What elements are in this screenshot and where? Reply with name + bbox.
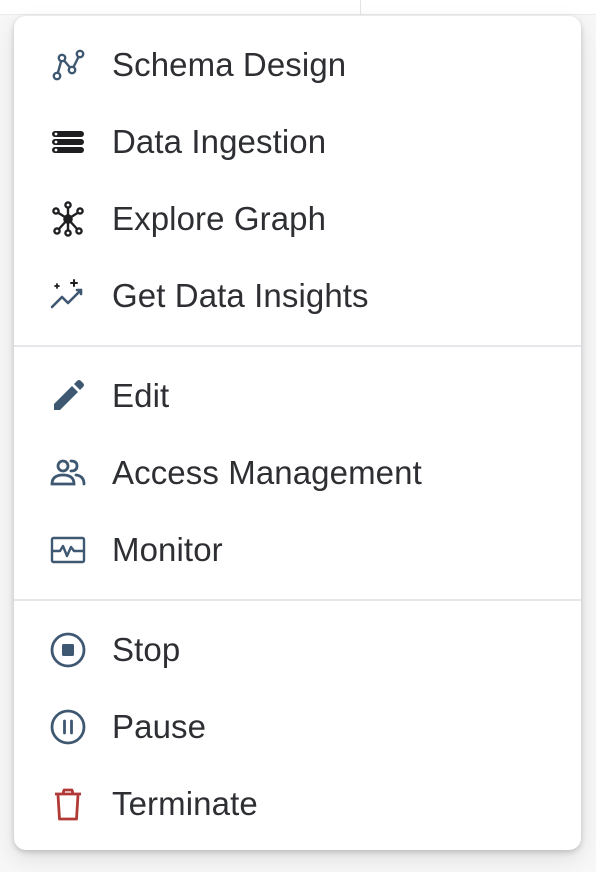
- menu-item-edit[interactable]: Edit: [14, 357, 581, 434]
- menu-item-stop[interactable]: Stop: [14, 611, 581, 688]
- background-divider: [360, 0, 361, 14]
- menu-item-label: Schema Design: [112, 45, 347, 83]
- menu-item-access-management[interactable]: Access Management: [14, 434, 581, 511]
- background-toolbar: [0, 0, 596, 15]
- menu-separator: [14, 345, 581, 347]
- menu-item-label: Terminate: [112, 784, 258, 822]
- monitor-pulse-icon: [46, 528, 90, 572]
- sparkle-trend-icon: [46, 274, 90, 318]
- menu-item-monitor[interactable]: Monitor: [14, 511, 581, 588]
- menu-item-pause[interactable]: Pause: [14, 688, 581, 765]
- database-stack-icon: [46, 120, 90, 164]
- schema-graph-icon: [46, 43, 90, 87]
- trash-icon: [46, 782, 90, 826]
- menu-item-terminate[interactable]: Terminate: [14, 765, 581, 842]
- menu-item-schema-design[interactable]: Schema Design: [14, 26, 581, 103]
- menu-item-label: Explore Graph: [112, 199, 327, 237]
- menu-group-lifecycle: Stop Pause Terminate: [14, 611, 581, 842]
- menu-separator: [14, 599, 581, 601]
- menu-item-label: Stop: [112, 630, 181, 668]
- menu-item-label: Access Management: [112, 453, 422, 491]
- menu-group-manage: Edit Access Management Monitor: [14, 357, 581, 588]
- menu-item-label: Monitor: [112, 530, 223, 568]
- menu-item-explore-graph[interactable]: Explore Graph: [14, 180, 581, 257]
- menu-group-graph: Schema Design Data Ingestion Explore Gra…: [14, 16, 581, 334]
- pencil-icon: [46, 374, 90, 418]
- stop-circle-icon: [46, 628, 90, 672]
- people-icon: [46, 451, 90, 495]
- menu-item-label: Pause: [112, 707, 207, 745]
- pause-circle-icon: [46, 705, 90, 749]
- menu-item-label: Data Ingestion: [112, 122, 327, 160]
- menu-item-get-data-insights[interactable]: Get Data Insights: [14, 257, 581, 334]
- menu-item-label: Get Data Insights: [112, 276, 369, 314]
- menu-item-data-ingestion[interactable]: Data Ingestion: [14, 103, 581, 180]
- network-explore-icon: [46, 197, 90, 241]
- context-menu: Schema Design Data Ingestion Explore Gra…: [14, 16, 581, 850]
- menu-item-label: Edit: [112, 376, 170, 414]
